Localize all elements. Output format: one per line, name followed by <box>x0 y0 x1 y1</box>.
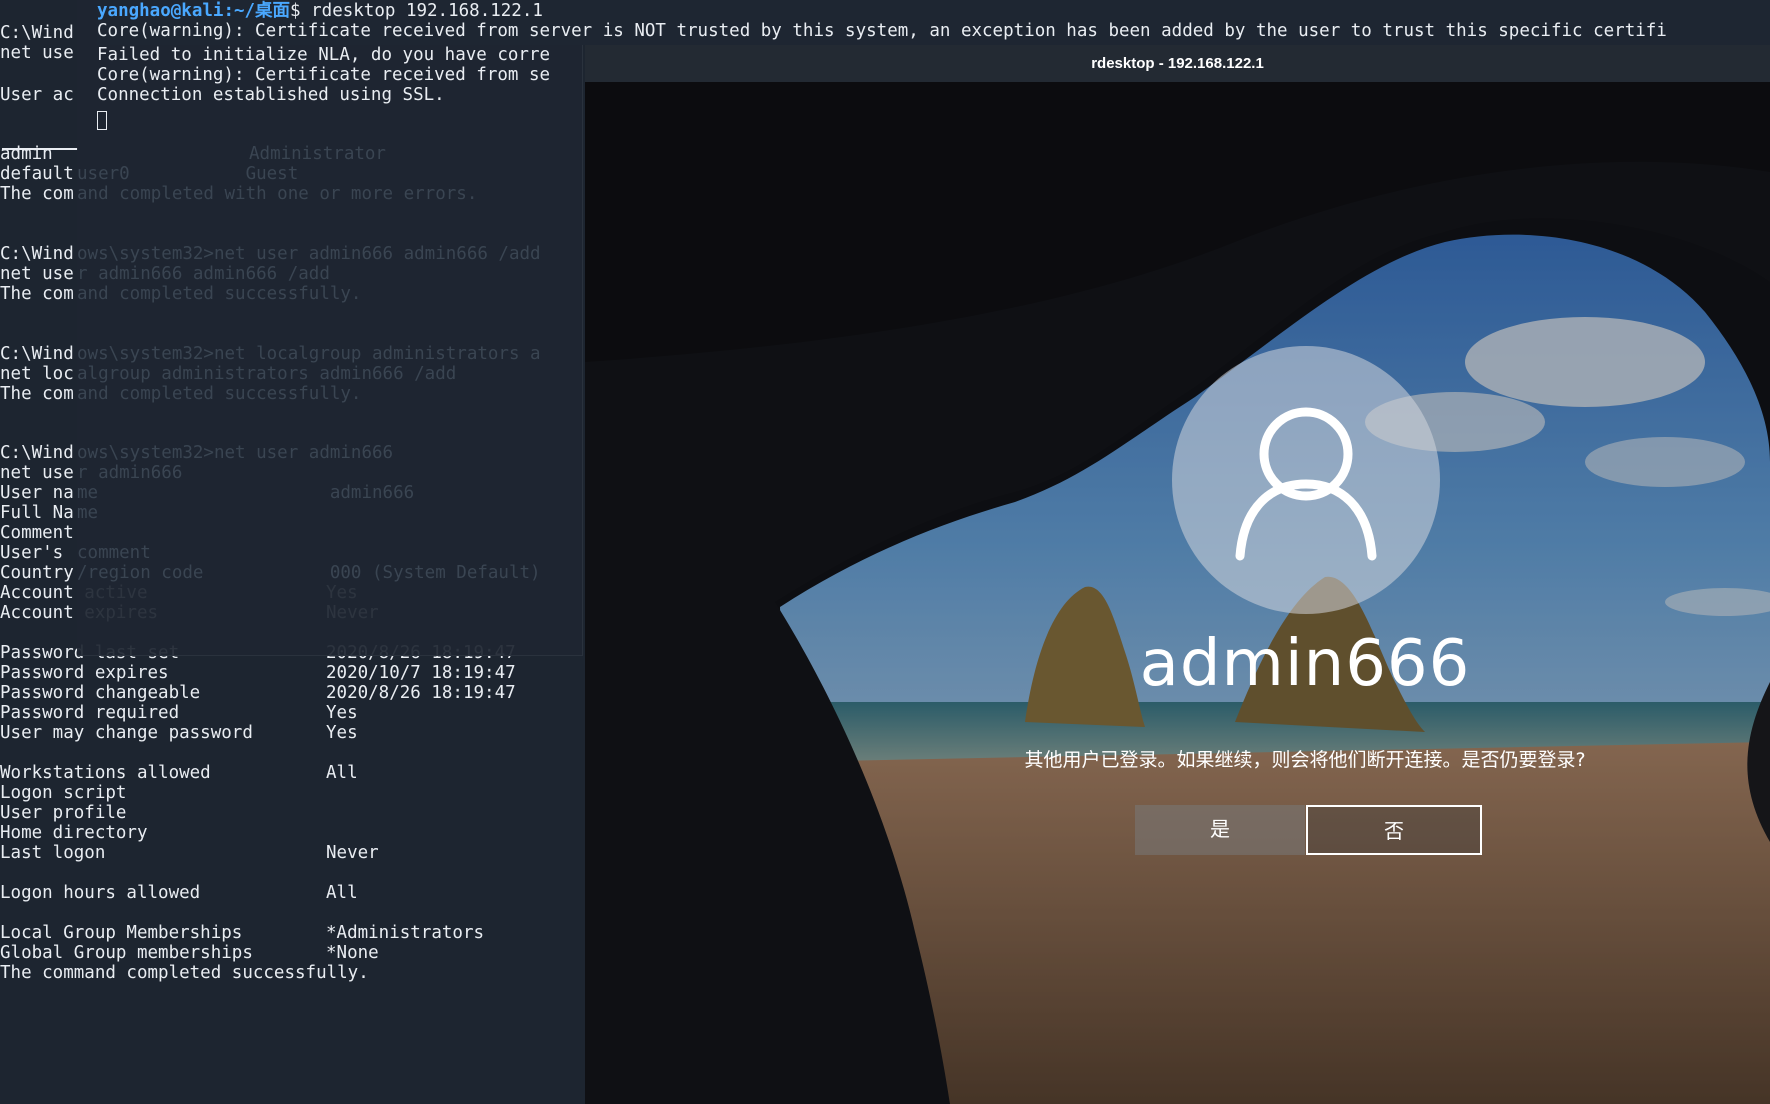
ghost-line: me <box>77 503 99 523</box>
term-line: The com <box>0 284 74 304</box>
rdesktop-window[interactable]: rdesktop - 192.168.122.1 admin666 其他用户已登… <box>585 45 1770 1104</box>
windows-lock-screen[interactable]: admin666 其他用户已登录。如果继续，则会将他们断开连接。是否仍要登录? … <box>585 82 1770 1104</box>
prompt-command: $ rdesktop 192.168.122.1 <box>290 1 543 21</box>
detail-key: Last logon <box>0 843 106 863</box>
term-line: The com <box>0 384 74 404</box>
detail-key: User may change password <box>0 723 253 743</box>
term-line: User ac <box>0 85 74 105</box>
term-line: Core(warning): Certificate received from… <box>97 21 1667 41</box>
prompt-path: :~/桌面 <box>223 1 291 21</box>
rdesktop-titlebar[interactable]: rdesktop - 192.168.122.1 <box>585 45 1770 82</box>
detail-key: Logon hours allowed <box>0 883 201 903</box>
detail-value: Never <box>326 843 379 863</box>
lockscreen-username: admin666 <box>1139 627 1471 701</box>
detail-value: Yes <box>326 723 358 743</box>
terminal-cursor <box>97 111 107 130</box>
terminal-top-lines: yanghao@kali:~/桌面$ rdesktop 192.168.122.… <box>97 0 1770 45</box>
detail-key: The command completed successfully. <box>0 963 369 983</box>
term-line: The com <box>0 184 74 204</box>
ghost-line: and completed successfully. <box>77 384 362 404</box>
ghost-line: me admin666 <box>77 483 415 503</box>
term-line: net use <box>0 43 74 63</box>
ghost-line: and completed with one or more errors. <box>77 184 478 204</box>
user-icon <box>1235 407 1377 561</box>
term-line: Connection established using SSL. <box>97 85 445 105</box>
front-terminal[interactable]: Administrator user0 Guest and completed wi… <box>77 0 583 656</box>
detail-value: All <box>326 883 358 903</box>
detail-value: All <box>326 763 358 783</box>
yes-button[interactable]: 是 <box>1135 805 1305 855</box>
prompt-user: yanghao@kali <box>97 1 224 21</box>
no-button[interactable]: 否 <box>1306 805 1482 855</box>
login-warning-message: 其他用户已登录。如果继续，则会将他们断开连接。是否仍要登录? <box>1024 749 1586 771</box>
ghost-line: /region code 000 (System Default) <box>77 563 541 583</box>
ghost-line: and completed successfully. <box>77 284 362 304</box>
